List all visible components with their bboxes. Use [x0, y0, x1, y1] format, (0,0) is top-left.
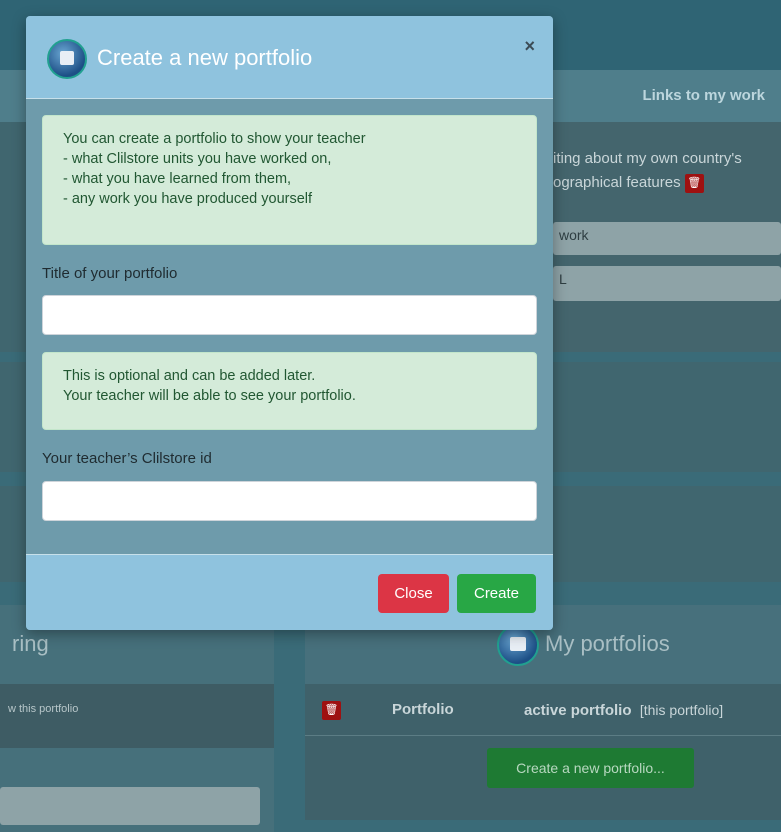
background-left-panel-3: [0, 486, 26, 582]
active-portfolio-cell: active portfolio [this portfolio]: [524, 702, 724, 719]
intro-line: You can create a portfolio to show your …: [63, 131, 366, 147]
intro-line: - what Clilstore units you have worked o…: [63, 151, 332, 167]
intro-line: - what you have learned from them,: [63, 171, 292, 187]
delete-portfolio-trash-icon[interactable]: 🗑: [322, 701, 341, 720]
portfolio-title-input[interactable]: [42, 295, 537, 335]
background-left-input[interactable]: [0, 787, 260, 825]
table-divider: [305, 735, 781, 736]
intro-info-alert: You can create a portfolio to show your …: [42, 115, 537, 245]
background-right-panel-3: [553, 486, 781, 582]
background-work-field: work: [553, 222, 781, 255]
my-portfolios-logo-icon: [497, 624, 539, 666]
teacher-id-input[interactable]: [42, 481, 537, 521]
view-portfolio-link[interactable]: w this portfolio: [8, 703, 78, 715]
modal-header: Create a new portfolio ×: [26, 16, 553, 99]
create-portfolio-modal: Create a new portfolio × You can create …: [26, 16, 553, 630]
optional-info-alert: This is optional and can be added later.…: [42, 352, 537, 430]
portfolio-title-label: Title of your portfolio: [42, 265, 178, 282]
background-left-panel-2: [0, 362, 26, 472]
background-entry-text: iting about my own country's ographical …: [553, 150, 742, 193]
create-button[interactable]: Create: [457, 574, 536, 613]
background-left-panel: [0, 122, 26, 352]
clilstore-logo-icon: [47, 39, 87, 79]
close-button[interactable]: Close: [378, 574, 449, 613]
portfolio-column-label: Portfolio: [392, 701, 454, 718]
background-left-card-row: [0, 684, 274, 748]
background-second-field: L: [553, 266, 781, 301]
optional-line: Your teacher will be able to see your po…: [63, 388, 356, 404]
teacher-id-label: Your teacher’s Clilstore id: [42, 450, 212, 467]
trash-icon[interactable]: 🗑: [684, 173, 704, 193]
close-icon[interactable]: ×: [524, 36, 535, 57]
modal-footer: Close Create: [26, 554, 553, 630]
background-right-panel-2: [553, 362, 781, 472]
intro-line: - any work you have produced yourself: [63, 191, 313, 207]
links-to-my-work-header: Links to my work: [642, 87, 765, 104]
my-portfolios-title: My portfolios: [545, 631, 670, 656]
create-new-portfolio-button[interactable]: Create a new portfolio...: [487, 748, 694, 788]
modal-title: Create a new portfolio: [97, 45, 313, 70]
left-card-title: ring: [12, 631, 49, 656]
optional-line: This is optional and can be added later.: [63, 368, 316, 384]
